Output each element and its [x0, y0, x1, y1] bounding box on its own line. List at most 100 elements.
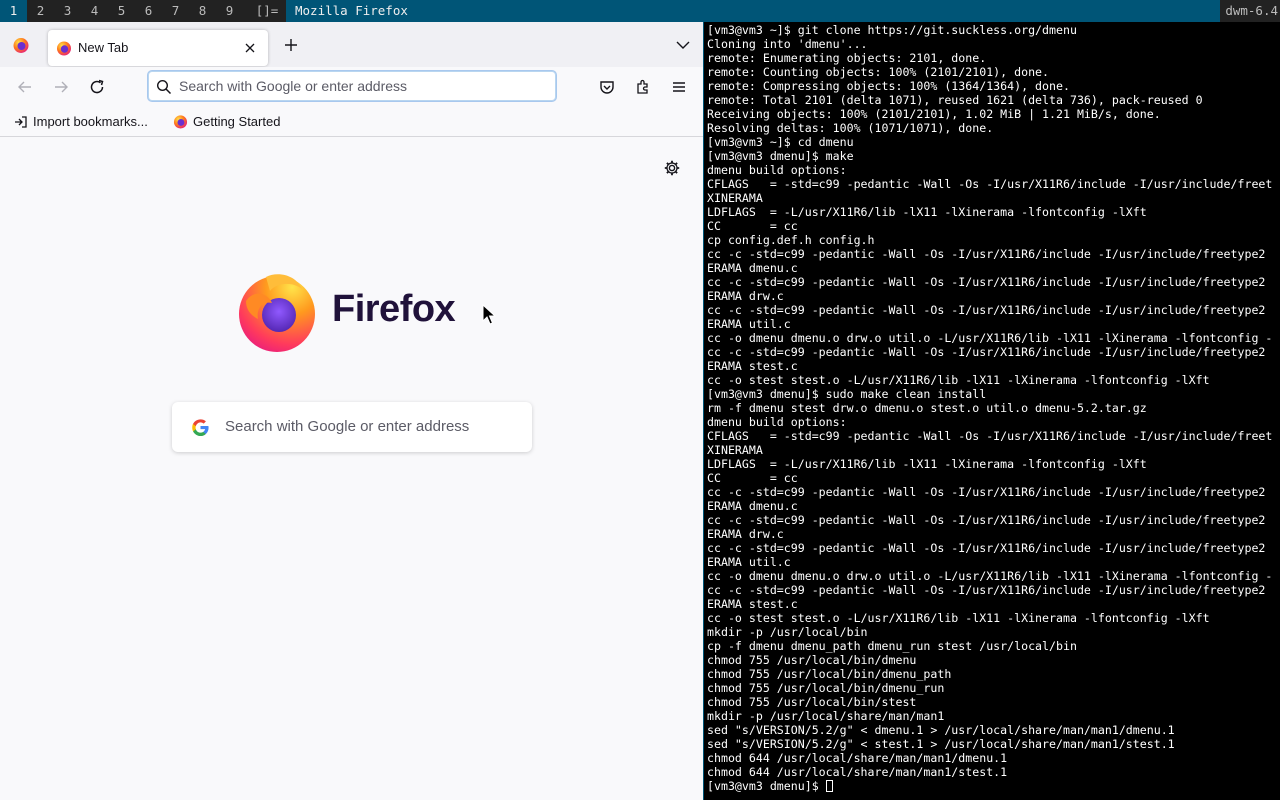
- terminal-line: ERAMA stest.c: [707, 597, 798, 611]
- terminal-line: cc -c -std=c99 -pedantic -Wall -Os -I/us…: [707, 345, 1266, 359]
- back-icon[interactable]: [15, 77, 35, 97]
- terminal-line: cc -c -std=c99 -pedantic -Wall -Os -I/us…: [707, 541, 1266, 555]
- import-icon: [15, 116, 27, 128]
- terminal-line: cc -o stest stest.o -L/usr/X11R6/lib -lX…: [707, 611, 1210, 625]
- terminal-line: LDFLAGS = -L/usr/X11R6/lib -lX11 -lXiner…: [707, 457, 1147, 471]
- tag-9[interactable]: 9: [216, 0, 243, 22]
- terminal-line: cc -c -std=c99 -pedantic -Wall -Os -I/us…: [707, 303, 1266, 317]
- status-text: dwm-6.4: [1225, 3, 1278, 18]
- tag-7[interactable]: 7: [162, 0, 189, 22]
- tag-3[interactable]: 3: [54, 0, 81, 22]
- terminal-line: remote: Total 2101 (delta 1071), reused …: [707, 93, 1203, 107]
- url-input[interactable]: [179, 74, 539, 98]
- tag-2[interactable]: 2: [27, 0, 54, 22]
- terminal-line: ERAMA dmenu.c: [707, 499, 798, 513]
- terminal-line: cc -c -std=c99 -pedantic -Wall -Os -I/us…: [707, 583, 1266, 597]
- search-icon: [156, 79, 172, 95]
- terminal-cursor: [825, 780, 833, 792]
- url-bar[interactable]: [148, 71, 556, 101]
- firefox-wordmark: Firefox: [332, 288, 456, 330]
- nav-bar: [0, 67, 703, 107]
- terminal-line: ERAMA drw.c: [707, 527, 784, 541]
- terminal-line: chmod 755 /usr/local/bin/dmenu_path: [707, 667, 952, 681]
- terminal-line: [vm3@vm3 ~]$ git clone https://git.suckl…: [707, 23, 1077, 37]
- terminal-line: cc -c -std=c99 -pedantic -Wall -Os -I/us…: [707, 513, 1266, 527]
- dwm-bar: 1 2 3 4 5 6 7 8 9 []= Mozilla Firefox dw…: [0, 0, 1280, 22]
- terminal-line: XINERAMA: [707, 443, 763, 457]
- terminal-line: Resolving deltas: 100% (1071/1071), done…: [707, 121, 994, 135]
- terminal-line: Receiving objects: 100% (2101/2101), 1.0…: [707, 107, 1161, 121]
- bookmark-getting-started-label: Getting Started: [193, 114, 281, 129]
- terminal-line: cc -c -std=c99 -pedantic -Wall -Os -I/us…: [707, 247, 1266, 261]
- terminal-line: cc -o stest stest.o -L/usr/X11R6/lib -lX…: [707, 373, 1210, 387]
- terminal-line: rm -f dmenu stest drw.o dmenu.o stest.o …: [707, 401, 1147, 415]
- terminal-line: dmenu build options:: [707, 163, 847, 177]
- terminal-line: cp -f dmenu dmenu_path dmenu_run stest /…: [707, 639, 1077, 653]
- terminal-line: ERAMA util.c: [707, 317, 791, 331]
- firefox-favicon-icon: [57, 41, 71, 56]
- extensions-icon[interactable]: [633, 77, 653, 97]
- terminal-line: cc -c -std=c99 -pedantic -Wall -Os -I/us…: [707, 275, 1266, 289]
- terminal-prompt-line[interactable]: [vm3@vm3 dmenu]$: [707, 779, 1272, 793]
- pocket-icon[interactable]: [597, 77, 617, 97]
- bookmark-getting-started[interactable]: Getting Started: [173, 107, 280, 136]
- terminal-line: cc -o dmenu dmenu.o drw.o util.o -L/usr/…: [707, 331, 1273, 345]
- tag-4[interactable]: 4: [81, 0, 108, 22]
- terminal-output: [vm3@vm3 ~]$ git clone https://git.suckl…: [707, 23, 1272, 793]
- search-box[interactable]: Search with Google or enter address: [172, 402, 532, 452]
- terminal-line: chmod 644 /usr/local/share/man/man1/stes…: [707, 765, 1008, 779]
- terminal-line: cc -o dmenu dmenu.o drw.o util.o -L/usr/…: [707, 569, 1273, 583]
- terminal-line: mkdir -p /usr/local/share/man/man1: [707, 709, 945, 723]
- new-tab-page: Firefox Search with Google or enter addr…: [0, 137, 703, 800]
- terminal-line: CFLAGS = -std=c99 -pedantic -Wall -Os -I…: [707, 177, 1273, 191]
- tab-strip: New Tab: [0, 22, 703, 67]
- tab-new-tab[interactable]: New Tab: [48, 30, 268, 66]
- bookmarks-toolbar: Import bookmarks... Getting Started: [0, 107, 703, 137]
- tag-6[interactable]: 6: [135, 0, 162, 22]
- reload-icon[interactable]: [87, 77, 107, 97]
- terminal-line: dmenu build options:: [707, 415, 847, 429]
- terminal-line: ERAMA util.c: [707, 555, 791, 569]
- firefox-window: New Tab Search with Google or enter addr…: [0, 22, 704, 800]
- new-tab-icon[interactable]: [282, 36, 300, 54]
- terminal-line: XINERAMA: [707, 191, 763, 205]
- tag-5[interactable]: 5: [108, 0, 135, 22]
- terminal-line: mkdir -p /usr/local/bin: [707, 625, 868, 639]
- bookmark-import-label: Import bookmarks...: [33, 114, 148, 129]
- layout-symbol[interactable]: []=: [250, 0, 284, 22]
- terminal-line: ERAMA drw.c: [707, 289, 784, 303]
- terminal-line: remote: Counting objects: 100% (2101/210…: [707, 65, 1050, 79]
- terminal-line: remote: Compressing objects: 100% (1364/…: [707, 79, 1070, 93]
- terminal-line: cc -c -std=c99 -pedantic -Wall -Os -I/us…: [707, 485, 1266, 499]
- terminal-line: [vm3@vm3 ~]$ cd dmenu: [707, 135, 854, 149]
- terminal-line: sed "s/VERSION/5.2/g" < dmenu.1 > /usr/l…: [707, 723, 1175, 737]
- terminal-line: CFLAGS = -std=c99 -pedantic -Wall -Os -I…: [707, 429, 1273, 443]
- close-tab-icon[interactable]: [242, 40, 258, 56]
- terminal-line: LDFLAGS = -L/usr/X11R6/lib -lX11 -lXiner…: [707, 205, 1147, 219]
- bookmark-import[interactable]: Import bookmarks...: [14, 107, 148, 136]
- tag-8[interactable]: 8: [189, 0, 216, 22]
- terminal-line: sed "s/VERSION/5.2/g" < stest.1 > /usr/l…: [707, 737, 1175, 751]
- terminal-line: cp config.def.h config.h: [707, 233, 875, 247]
- terminal-line: [vm3@vm3 dmenu]$ make: [707, 149, 854, 163]
- terminal-line: Cloning into 'dmenu'...: [707, 37, 868, 51]
- firefox-menu-icon[interactable]: [12, 36, 30, 54]
- terminal-line: CC = cc: [707, 219, 798, 233]
- terminal-line: ERAMA stest.c: [707, 359, 798, 373]
- terminal-line: [vm3@vm3 dmenu]$ sudo make clean install: [707, 387, 987, 401]
- terminal-line: chmod 755 /usr/local/bin/dmenu: [707, 653, 917, 667]
- firefox-bookmark-icon: [173, 115, 188, 129]
- forward-icon[interactable]: [51, 77, 71, 97]
- settings-icon[interactable]: [663, 159, 681, 177]
- terminal-line: ERAMA dmenu.c: [707, 261, 798, 275]
- terminal-line: remote: Enumerating objects: 2101, done.: [707, 51, 987, 65]
- tab-label: New Tab: [78, 40, 129, 55]
- terminal-line: CC = cc: [707, 471, 798, 485]
- tag-1[interactable]: 1: [0, 0, 27, 22]
- list-tabs-icon[interactable]: [674, 36, 692, 54]
- terminal-prompt: [vm3@vm3 dmenu]$: [707, 779, 826, 793]
- terminal-window[interactable]: [vm3@vm3 ~]$ git clone https://git.suckl…: [704, 22, 1280, 800]
- firefox-logo: [239, 274, 315, 352]
- terminal-line: chmod 755 /usr/local/bin/stest: [707, 695, 917, 709]
- menu-icon[interactable]: [669, 77, 689, 97]
